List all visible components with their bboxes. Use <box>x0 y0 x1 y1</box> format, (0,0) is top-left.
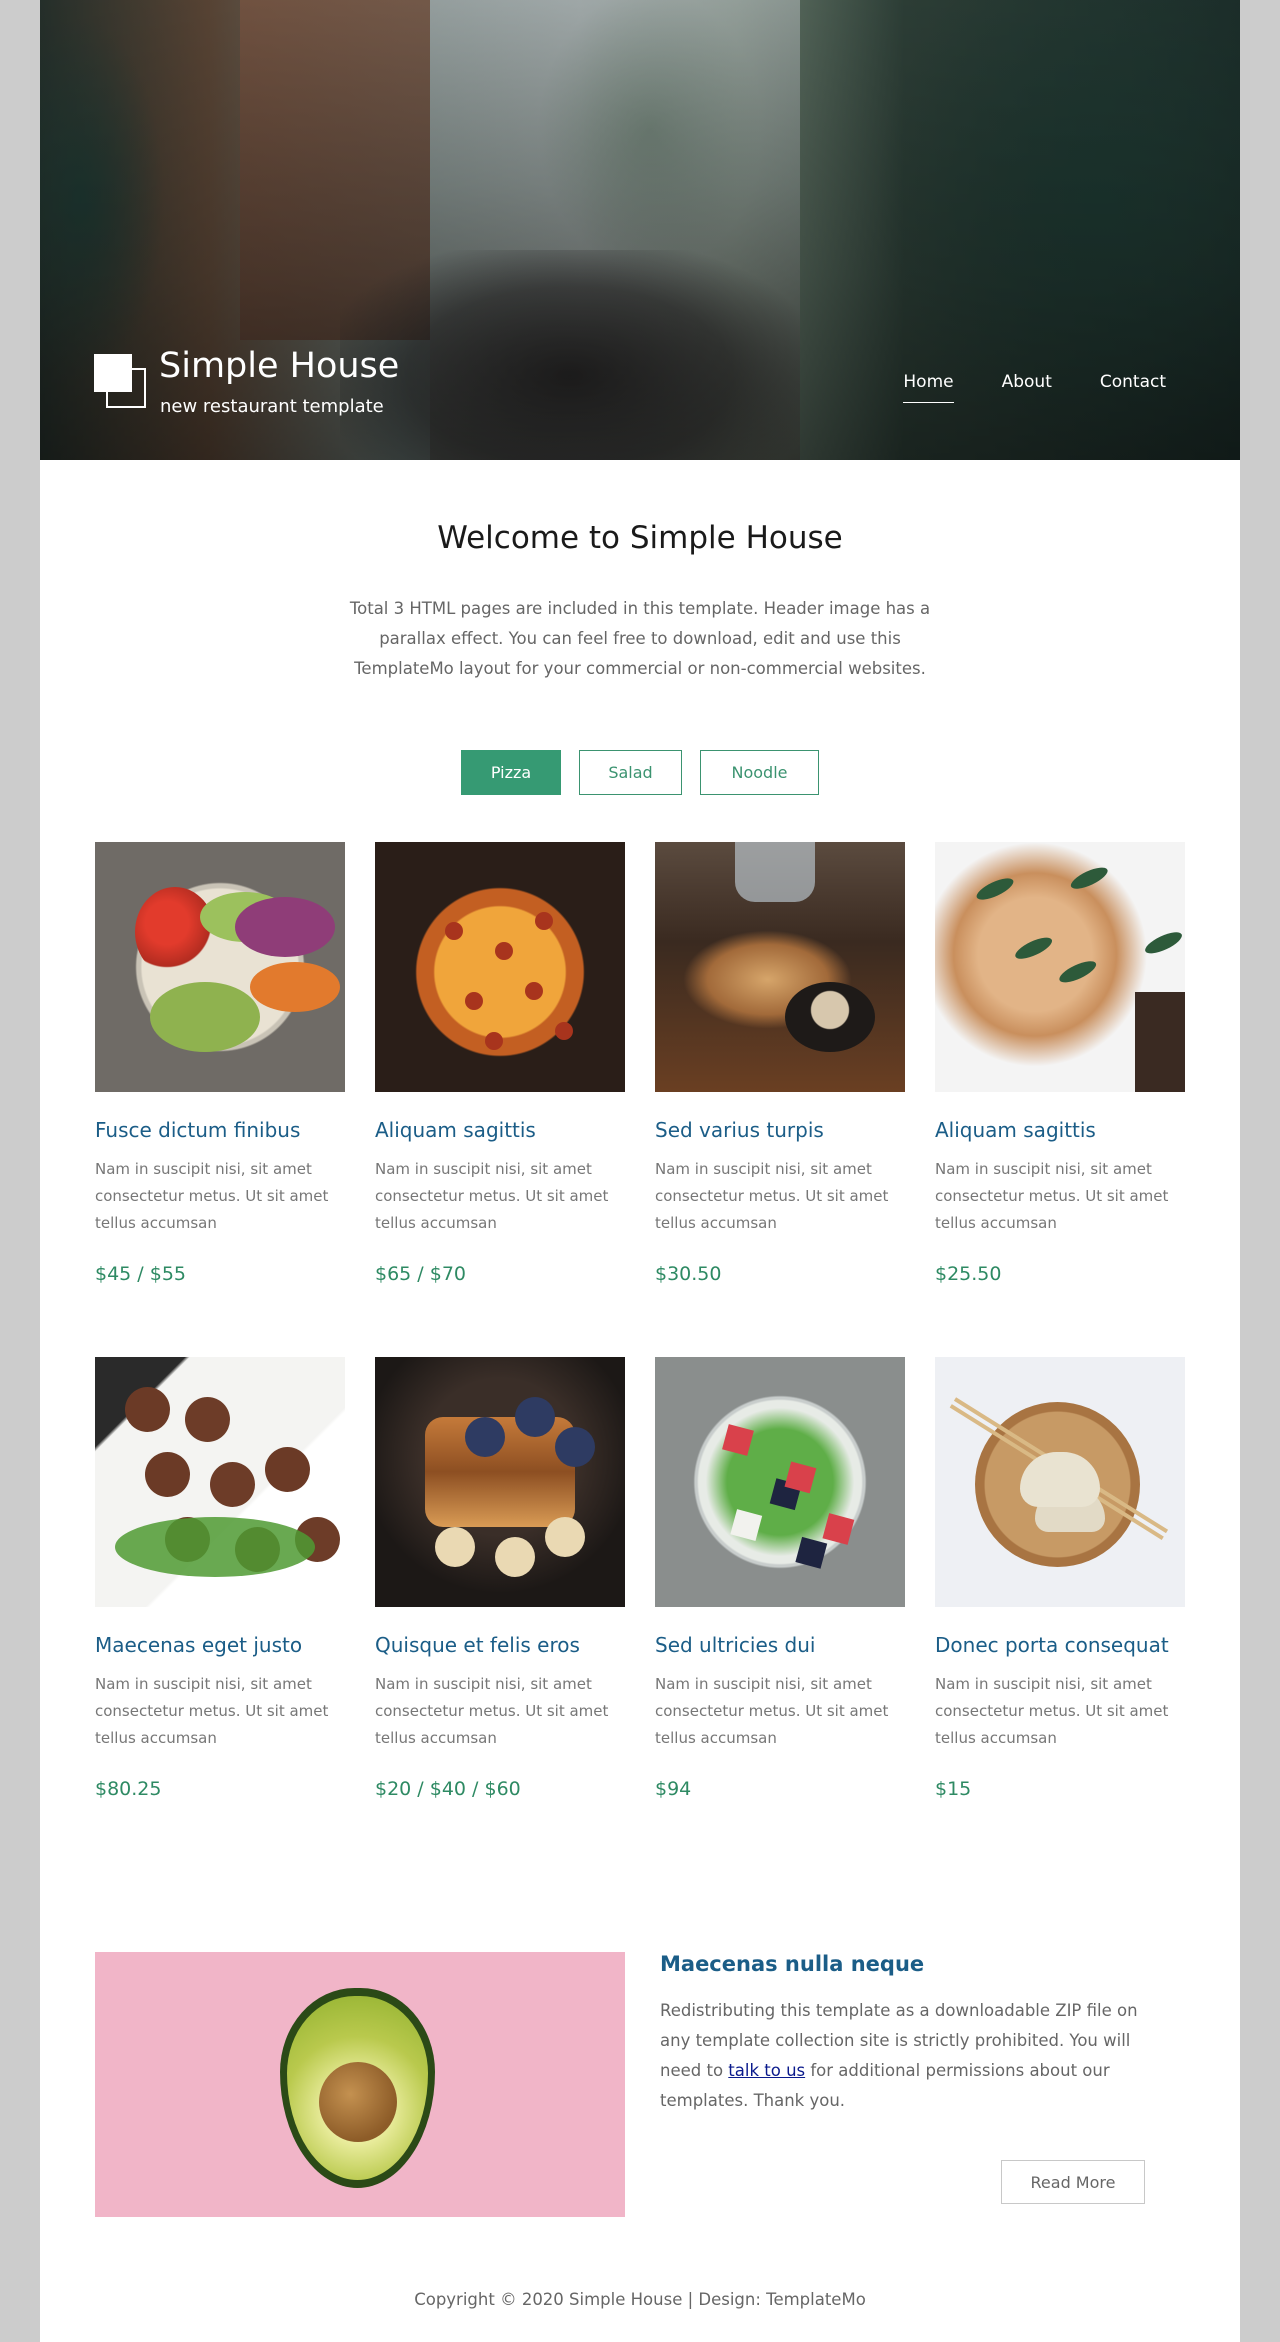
meatballs-image[interactable] <box>95 1357 345 1607</box>
menu-item-price: $65 / $70 <box>375 1263 467 1285</box>
avocado-image <box>95 1952 625 2217</box>
menu-item-title: Maecenas eget justo <box>95 1633 303 1657</box>
menu-item-price: $15 <box>935 1778 972 1800</box>
menu-item[interactable]: Quisque et felis eros Nam in suscipit ni… <box>375 1357 625 1872</box>
menu-item-price: $80.25 <box>95 1778 162 1800</box>
tab-noodle[interactable]: Noodle <box>700 750 819 795</box>
menu-tabs: Pizza Salad Noodle <box>40 750 1240 795</box>
menu-item-title: Sed ultricies dui <box>655 1633 816 1657</box>
welcome-text: Total 3 HTML pages are included in this … <box>349 599 931 678</box>
menu-item-title: Quisque et felis eros <box>375 1633 580 1657</box>
menu-item[interactable]: Maecenas eget justo Nam in suscipit nisi… <box>95 1357 345 1872</box>
menu-gallery: Fusce dictum finibus Nam in suscipit nis… <box>95 842 1185 1872</box>
pizza-image[interactable] <box>375 842 625 1092</box>
menu-item-price: $94 <box>655 1778 692 1800</box>
hero-header: Simple House new restaurant template Hom… <box>40 0 1240 460</box>
nav-contact[interactable]: Contact <box>1100 372 1166 403</box>
menu-item-price: $20 / $40 / $60 <box>375 1778 521 1800</box>
menu-item-desc: Nam in suscipit nisi, sit amet consectet… <box>655 1675 889 1747</box>
menu-item[interactable]: Fusce dictum finibus Nam in suscipit nis… <box>95 842 345 1357</box>
footer-copyright: Copyright © 2020 Simple House | Design: … <box>414 2290 866 2309</box>
read-more-button[interactable]: Read More <box>1001 2160 1145 2204</box>
chopsticks <box>953 1397 1169 1534</box>
menu-item-desc: Nam in suscipit nisi, sit amet consectet… <box>935 1160 1169 1232</box>
menu-item[interactable]: Aliquam sagittis Nam in suscipit nisi, s… <box>375 842 625 1357</box>
menu-item[interactable]: Donec porta consequat Nam in suscipit ni… <box>935 1357 1185 1872</box>
brand-title[interactable]: Simple House <box>159 346 399 386</box>
tab-salad[interactable]: Salad <box>579 750 682 795</box>
menu-item-price: $25.50 <box>935 1263 1002 1285</box>
menu-item-desc: Nam in suscipit nisi, sit amet consectet… <box>95 1160 329 1232</box>
salad-bowl-image[interactable] <box>95 842 345 1092</box>
menu-item-desc: Nam in suscipit nisi, sit amet consectet… <box>375 1675 609 1747</box>
logo-icon[interactable] <box>94 354 148 414</box>
menu-item-title: Aliquam sagittis <box>935 1118 1096 1142</box>
greek-salad-image[interactable] <box>655 1357 905 1607</box>
menu-item-price: $45 / $55 <box>95 1263 187 1285</box>
brand-tagline: new restaurant template <box>160 396 384 417</box>
menu-item-title: Donec porta consequat <box>935 1633 1169 1657</box>
nav-home[interactable]: Home <box>903 372 954 403</box>
about-text: Redistributing this template as a downlo… <box>660 1996 1155 2116</box>
menu-item[interactable]: Sed varius turpis Nam in suscipit nisi, … <box>655 842 905 1357</box>
french-toast-image[interactable] <box>375 1357 625 1607</box>
menu-item-price: $30.50 <box>655 1263 722 1285</box>
menu-item-desc: Nam in suscipit nisi, sit amet consectet… <box>375 1160 609 1232</box>
menu-item-desc: Nam in suscipit nisi, sit amet consectet… <box>655 1160 889 1232</box>
menu-item-title: Fusce dictum finibus <box>95 1118 301 1142</box>
nav-about[interactable]: About <box>1002 372 1052 403</box>
page: Simple House new restaurant template Hom… <box>40 0 1240 2342</box>
talk-to-us-link[interactable]: talk to us <box>728 2061 805 2080</box>
about-title: Maecenas nulla neque <box>660 1952 925 1976</box>
tab-pizza[interactable]: Pizza <box>461 750 561 795</box>
grilled-wings-image[interactable] <box>655 842 905 1092</box>
menu-item-desc: Nam in suscipit nisi, sit amet consectet… <box>95 1675 329 1747</box>
menu-item[interactable]: Aliquam sagittis Nam in suscipit nisi, s… <box>935 842 1185 1357</box>
menu-item-desc: Nam in suscipit nisi, sit amet consectet… <box>935 1675 1169 1747</box>
menu-item-title: Sed varius turpis <box>655 1118 824 1142</box>
main-nav: Home About Contact <box>855 372 1166 403</box>
pasta-image[interactable] <box>935 842 1185 1092</box>
welcome-title: Welcome to Simple House <box>437 520 843 556</box>
menu-item-title: Aliquam sagittis <box>375 1118 536 1142</box>
dumplings-image[interactable] <box>935 1357 1185 1607</box>
menu-item[interactable]: Sed ultricies dui Nam in suscipit nisi, … <box>655 1357 905 1872</box>
